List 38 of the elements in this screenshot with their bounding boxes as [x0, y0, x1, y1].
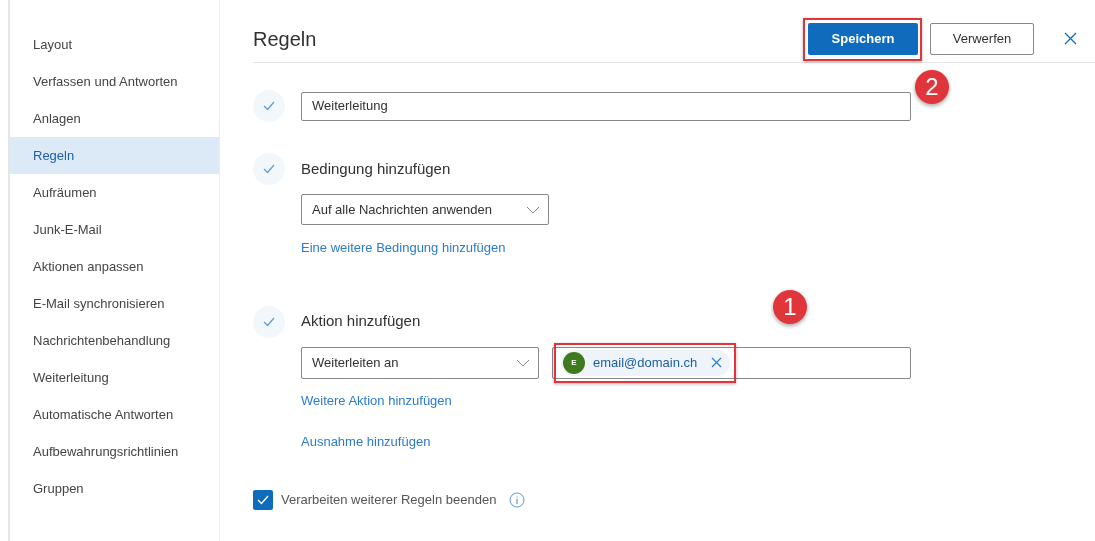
nav-item[interactable]: Layout: [10, 26, 219, 63]
chevron-down-icon: [526, 205, 540, 214]
nav-item[interactable]: Verfassen und Antworten: [10, 63, 219, 100]
step-badge: 2: [915, 69, 949, 104]
save-button[interactable]: Speichern: [808, 22, 918, 55]
condition-dropdown[interactable]: Auf alle Nachrichten anwenden: [301, 194, 549, 225]
nav-item[interactable]: Aufbewahrungsrichtlinien: [10, 433, 219, 470]
check-icon: [253, 90, 285, 122]
add-action-link[interactable]: Weitere Aktion hinzufügen: [301, 390, 452, 410]
close-icon[interactable]: [1064, 32, 1077, 45]
nav-item[interactable]: Nachrichtenbehandlung: [10, 322, 219, 359]
checkmark-icon: [257, 494, 269, 505]
checkbox[interactable]: [253, 489, 273, 510]
nav-item[interactable]: E-Mail synchronisieren: [10, 285, 219, 322]
action-dropdown[interactable]: Weiterleiten an: [301, 346, 539, 379]
step-badge: 1: [773, 289, 807, 324]
add-condition-link[interactable]: Eine weitere Bedingung hinzufügen: [301, 238, 506, 258]
discard-button[interactable]: Verwerfen: [930, 22, 1034, 55]
nav-item[interactable]: Regeln: [10, 137, 219, 174]
remove-icon[interactable]: [711, 357, 723, 368]
nav-item[interactable]: Gruppen: [10, 470, 219, 507]
check-icon: [253, 153, 285, 185]
checkbox-label: Verarbeiten weiterer Regeln beenden: [281, 490, 497, 509]
add-exception-link[interactable]: Ausnahme hinzufügen: [301, 432, 431, 452]
nav-item[interactable]: Weiterleitung: [10, 359, 219, 396]
nav-item[interactable]: Junk-E-Mail: [10, 211, 219, 248]
nav-item[interactable]: Automatische Antworten: [10, 396, 219, 433]
section-heading: Bedingung hinzufügen: [301, 158, 451, 179]
recipient-email: email@domain.ch: [593, 353, 698, 372]
check-icon: [253, 305, 285, 338]
panel-title: Regeln: [253, 26, 318, 52]
section-heading: Aktion hinzufügen: [301, 311, 421, 332]
rule-name-field[interactable]: Weiterleitung: [301, 91, 911, 121]
chevron-down-icon: [516, 358, 530, 367]
nav-item[interactable]: Aktionen anpassen: [10, 248, 219, 285]
avatar: E: [563, 351, 585, 374]
nav-item[interactable]: Aufräumen: [10, 174, 219, 211]
nav-item[interactable]: Anlagen: [10, 100, 219, 137]
